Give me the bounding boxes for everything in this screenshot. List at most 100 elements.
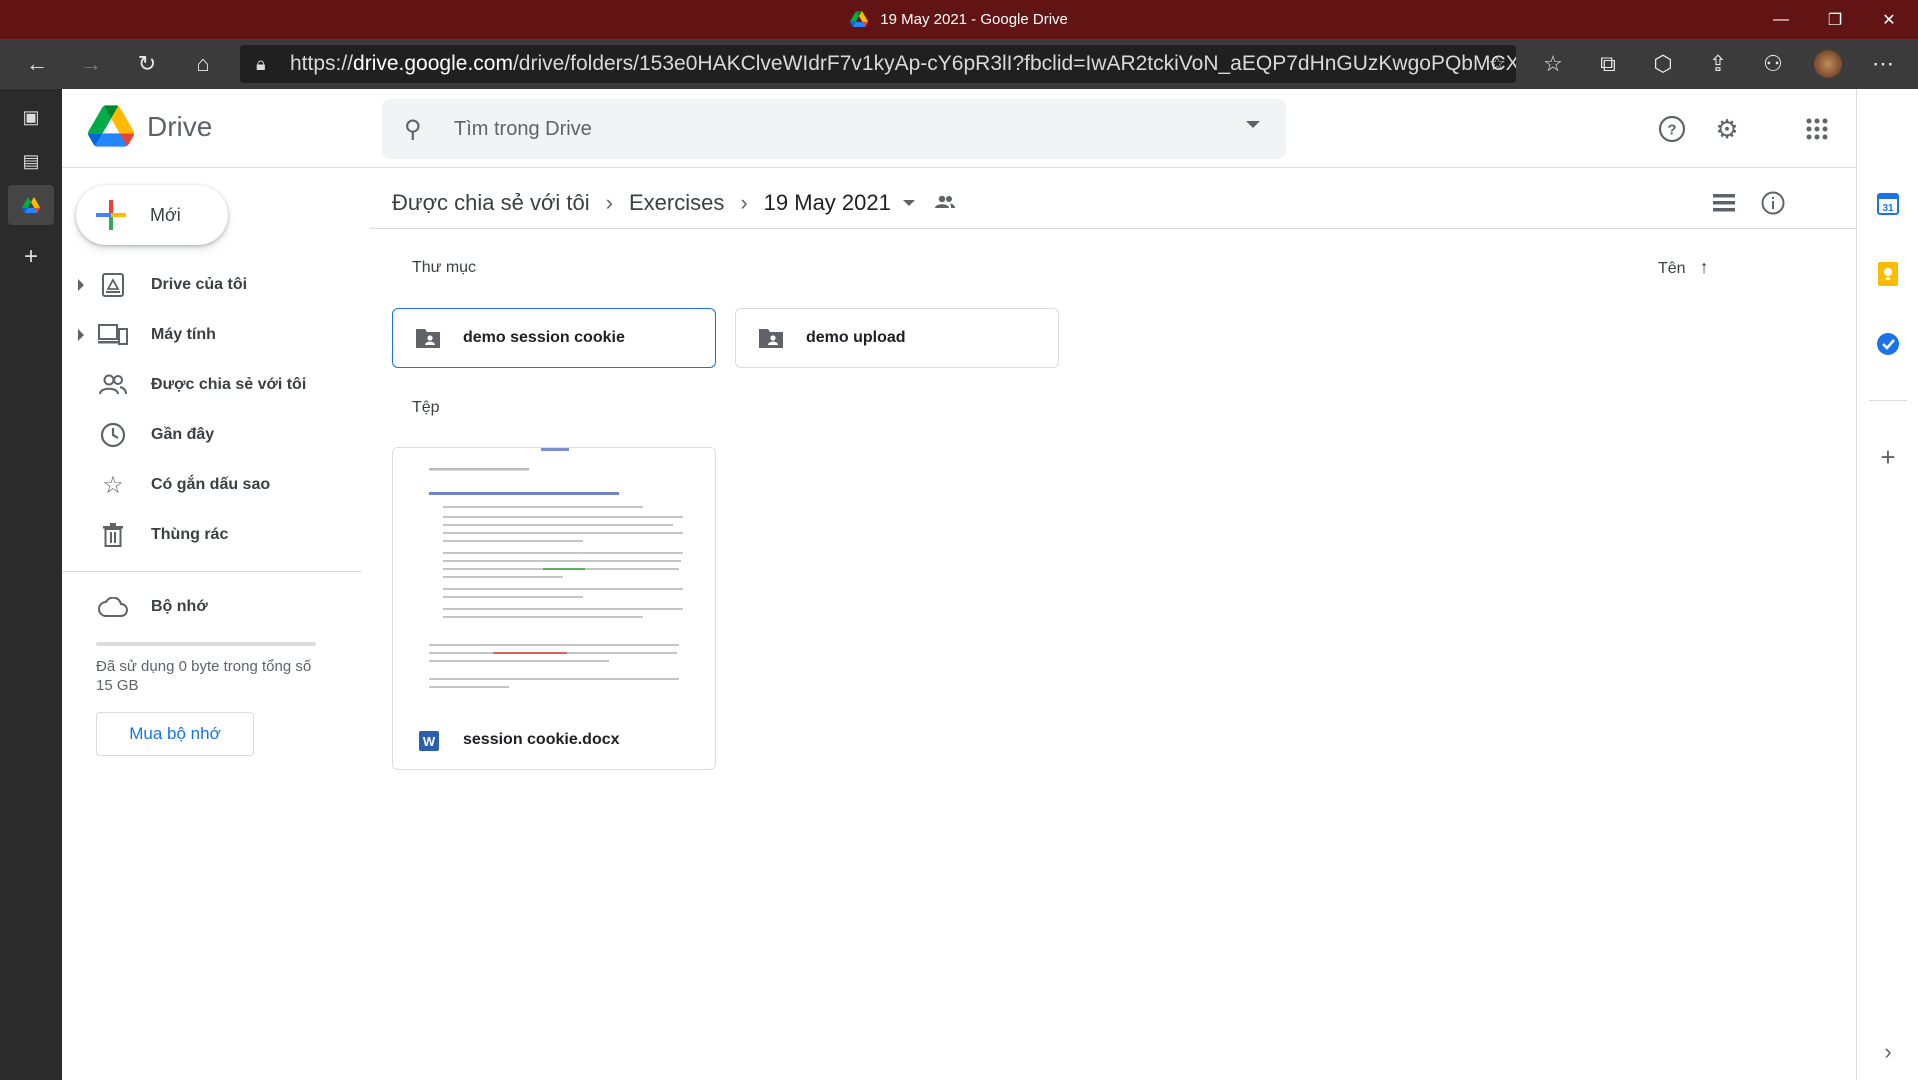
folder-card[interactable]: demo session cookie	[392, 308, 716, 368]
google-drive-favicon	[850, 11, 869, 27]
word-doc-icon: W	[419, 731, 439, 751]
file-card[interactable]: W session cookie.docx	[392, 447, 716, 770]
nav-item-label: Máy tính	[151, 326, 216, 343]
nav-item-label: Drive của tôi	[151, 276, 248, 293]
svg-text:31: 31	[1882, 203, 1894, 214]
collections-icon[interactable]: ⧉	[1583, 39, 1633, 89]
trash-icon	[98, 520, 128, 550]
url-prefix: https://	[290, 52, 354, 75]
nav-item-trash[interactable]: Thùng rác	[62, 513, 362, 557]
share-icon[interactable]: ⇪	[1693, 39, 1743, 89]
forward-button[interactable]: →	[66, 39, 116, 89]
extension-icon[interactable]: ⬡	[1638, 39, 1688, 89]
nav-item-shared-with-me[interactable]: Được chia sẻ với tôi	[62, 363, 362, 407]
sort-control[interactable]: Tên ↑	[1658, 257, 1709, 278]
feedback-icon[interactable]: ⚇	[1748, 39, 1798, 89]
tasks-icon[interactable]	[1873, 329, 1903, 359]
document-thumbnail	[393, 448, 715, 710]
settings-gear-icon[interactable]: ⚙	[1707, 109, 1747, 149]
lock-icon: 🔒︎	[256, 54, 266, 74]
folder-name: demo upload	[806, 329, 906, 346]
search-icon[interactable]: ⚲	[404, 115, 422, 144]
nav-item-recent[interactable]: Gần đây	[62, 413, 362, 457]
shared-folder-icon	[416, 329, 440, 348]
shared-people-icon[interactable]	[934, 193, 955, 214]
expand-arrow-icon[interactable]	[78, 279, 84, 291]
get-addons-plus-icon[interactable]: +	[1873, 442, 1903, 472]
url-host: drive.google.com	[353, 52, 513, 75]
calendar-icon[interactable]: 31	[1873, 189, 1903, 219]
new-button[interactable]: Mới	[76, 185, 228, 245]
nav-item-label: Gần đây	[151, 426, 215, 443]
breadcrumb-item-current[interactable]: 19 May 2021	[764, 190, 891, 216]
expand-arrow-icon[interactable]	[78, 329, 84, 341]
content-divider	[370, 228, 1856, 229]
buy-storage-button[interactable]: Mua bộ nhớ	[96, 712, 254, 756]
tab-icon[interactable]: ▤	[8, 141, 54, 181]
nav-item-storage[interactable]: Bộ nhớ	[62, 585, 362, 629]
minimize-button[interactable]: —	[1752, 0, 1810, 39]
storage-usage-bar	[96, 642, 316, 646]
clock-icon	[98, 420, 128, 450]
back-button[interactable]: ←	[12, 39, 62, 89]
info-icon[interactable]	[1753, 183, 1793, 223]
files-section-label: Tệp	[412, 399, 440, 416]
folder-name: demo session cookie	[463, 329, 625, 346]
favorites-icon[interactable]: ☆	[1528, 39, 1578, 89]
nav-item-computers[interactable]: Máy tính	[62, 313, 362, 357]
drive-app: Drive ⚲ Tìm trong Drive ? ⚙ Mới Drive củ…	[62, 89, 1918, 1080]
address-bar[interactable]: 🔒︎ https://drive.google.com/drive/folder…	[240, 45, 1516, 83]
my-drive-icon	[98, 270, 128, 300]
add-favorite-icon[interactable]: ☆	[1488, 45, 1506, 83]
nav-item-my-drive[interactable]: Drive của tôi	[62, 263, 362, 307]
nav-item-starred[interactable]: ☆ Có gắn dấu sao	[62, 463, 362, 507]
help-icon[interactable]: ?	[1652, 109, 1692, 149]
nav-item-label: Bộ nhớ	[151, 598, 208, 615]
star-icon: ☆	[102, 471, 124, 499]
shared-folder-icon	[759, 329, 783, 348]
nav-item-label: Được chia sẻ với tôi	[151, 376, 307, 393]
breadcrumb-item-exercises[interactable]: Exercises	[629, 190, 724, 216]
search-box[interactable]: ⚲ Tìm trong Drive	[382, 99, 1286, 159]
browser-toolbar: ← → ↻ ⌂ 🔒︎ https://drive.google.com/driv…	[0, 39, 1918, 89]
browser-vertical-tabs: ▣ ▤ +	[0, 89, 62, 1080]
home-button[interactable]: ⌂	[178, 39, 228, 89]
nav-divider	[62, 571, 362, 572]
drive-header: Drive ⚲ Tìm trong Drive ? ⚙	[62, 89, 1899, 168]
file-name: session cookie.docx	[463, 731, 620, 748]
chevron-right-icon: ›	[740, 190, 748, 215]
tab-actions-icon[interactable]: ▣	[8, 97, 54, 137]
computers-icon	[98, 320, 128, 350]
new-button-label: Mới	[150, 205, 181, 225]
folders-section-label: Thư mục	[412, 259, 477, 276]
app-name[interactable]: Drive	[147, 111, 212, 143]
close-window-button[interactable]: ✕	[1860, 0, 1918, 39]
list-view-icon[interactable]	[1704, 183, 1744, 223]
side-panel-divider	[1869, 400, 1907, 401]
window-titlebar: 19 May 2021 - Google Drive — ❐ ✕	[0, 0, 1918, 39]
refresh-button[interactable]: ↻	[122, 39, 172, 89]
new-tab-icon[interactable]: +	[8, 237, 54, 277]
folder-card[interactable]: demo upload	[735, 308, 1059, 368]
keep-icon[interactable]	[1873, 259, 1903, 289]
chevron-right-icon: ›	[605, 190, 613, 215]
more-menu-icon[interactable]: ⋯	[1858, 39, 1908, 89]
plus-icon	[96, 200, 126, 230]
arrow-up-icon[interactable]: ↑	[1700, 257, 1709, 277]
drive-logo-icon[interactable]	[88, 105, 134, 147]
profile-icon[interactable]	[1803, 39, 1853, 89]
folder-menu-chevron-icon[interactable]	[902, 200, 915, 206]
restore-button[interactable]: ❐	[1806, 0, 1864, 39]
side-panel: 31 + ›	[1856, 89, 1918, 1080]
nav-item-label: Có gắn dấu sao	[151, 476, 271, 493]
apps-grid-icon[interactable]	[1797, 109, 1837, 149]
chevron-right-icon[interactable]: ›	[1873, 1037, 1903, 1067]
url-path: /drive/folders/153e0HAKClveWIdrF7v1kyAp-…	[512, 52, 1516, 75]
drive-tab-icon[interactable]	[8, 185, 54, 225]
storage-usage-text: Đã sử dụng 0 byte trong tổng số 15 GB	[96, 658, 312, 694]
shared-icon	[98, 370, 128, 400]
breadcrumb-item-shared[interactable]: Được chia sẻ với tôi	[392, 190, 590, 216]
search-options-chevron-icon[interactable]	[1246, 121, 1260, 128]
window-title: 19 May 2021 - Google Drive	[880, 11, 1068, 28]
search-input[interactable]: Tìm trong Drive	[454, 118, 592, 141]
